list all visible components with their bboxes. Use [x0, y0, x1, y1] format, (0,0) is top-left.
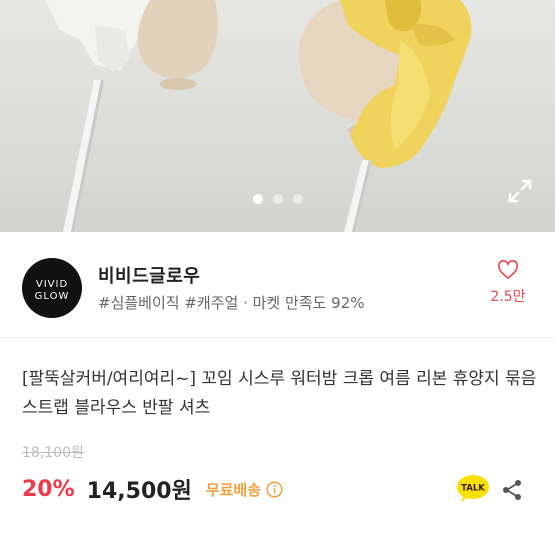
- heart-icon[interactable]: [497, 260, 519, 280]
- info-icon[interactable]: [266, 480, 283, 498]
- like-count: 2.5만: [490, 289, 526, 305]
- product-image-carousel[interactable]: [0, 0, 555, 232]
- product-title: [팔뚝살커버/여리여리~] 꼬임 시스루 워터밤 크롭 여름 리본 휴양지 묶음…: [22, 369, 537, 418]
- discount-rate: 20%: [22, 476, 75, 502]
- price-row: 20% 14,500원 무료배송: [22, 474, 283, 504]
- like-button[interactable]: 2.5만: [483, 260, 533, 306]
- kakao-talk-icon[interactable]: TALK: [455, 474, 491, 504]
- seller-tags: #심플베이직 #캐주얼 · 마켓 만족도 92%: [98, 294, 365, 312]
- seller-name[interactable]: 비비드글로우: [98, 262, 200, 288]
- svg-text:TALK: TALK: [461, 484, 485, 494]
- original-price: 18,100원: [22, 445, 84, 461]
- expand-icon[interactable]: [507, 178, 533, 204]
- seller-logo: VIVID GLOW: [35, 279, 70, 302]
- svg-text:VIVID: VIVID: [36, 279, 68, 290]
- carousel-dot[interactable]: [292, 194, 303, 204]
- seller-avatar[interactable]: VIVID GLOW: [22, 258, 82, 318]
- carousel-indicator: [0, 194, 555, 204]
- share-icon[interactable]: [500, 478, 524, 502]
- carousel-dot[interactable]: [272, 194, 283, 204]
- svg-text:GLOW: GLOW: [35, 291, 70, 302]
- sale-price: 14,500원: [86, 479, 192, 504]
- seller-section[interactable]: VIVID GLOW 비비드글로우 #심플베이직 #캐주얼 · 마켓 만족도 9…: [0, 232, 555, 338]
- carousel-dot-active[interactable]: [252, 194, 263, 204]
- free-shipping-label: 무료배송: [205, 480, 262, 499]
